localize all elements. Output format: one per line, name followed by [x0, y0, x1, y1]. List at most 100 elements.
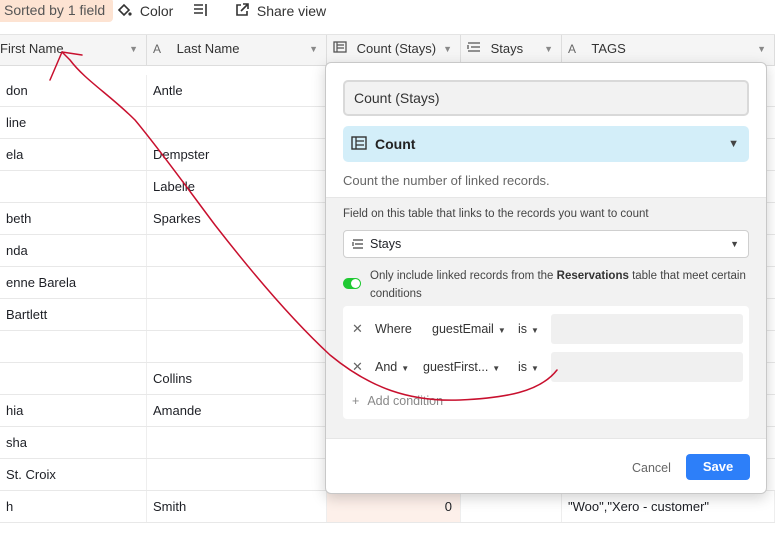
chevron-down-icon: ▼ [401, 364, 410, 373]
color-button[interactable]: Color [117, 0, 173, 24]
chevron-down-icon: ▼ [492, 364, 501, 373]
cell-last-name[interactable] [147, 107, 327, 138]
chevron-down-icon[interactable]: ▼ [544, 35, 553, 63]
cell-last-name[interactable]: Dempster [147, 139, 327, 170]
chevron-down-icon[interactable]: ▼ [757, 35, 766, 63]
condition-row: ✕ Where guestEmail ▼ is ▼ [343, 314, 749, 344]
chevron-down-icon: ▼ [728, 138, 739, 150]
cell-last-name[interactable] [147, 299, 327, 330]
table-row[interactable]: h Smith 0 "Woo","Xero - customer" [0, 491, 775, 523]
cell-last-name[interactable]: Sparkes [147, 203, 327, 234]
sort-button[interactable]: Sorted by 1 field [0, 0, 114, 22]
condition-conjunction: Where [375, 322, 412, 336]
cell-last-name[interactable]: Collins [147, 363, 327, 394]
column-label: First Name [0, 41, 64, 56]
share-view-button[interactable]: Share view [235, 0, 326, 24]
condition-operator-label: is [518, 360, 528, 374]
conditions-box: ✕ Where guestEmail ▼ is ▼ ✕ And ▼ guestFirs… [343, 306, 749, 419]
cell-last-name[interactable] [147, 267, 327, 298]
condition-conjunction-label: And [375, 360, 398, 374]
chevron-down-icon: ▼ [497, 326, 506, 335]
column-header-first-name[interactable]: First Name ▼ [0, 35, 147, 65]
cell-last-name[interactable] [147, 427, 327, 458]
toggle-text-1: Only include linked records from the [370, 270, 557, 282]
link-icon [467, 35, 481, 63]
cell-last-name[interactable]: Smith [147, 491, 327, 522]
cell-first-name[interactable]: don [0, 75, 147, 106]
column-label: TAGS [591, 41, 626, 56]
condition-value-input[interactable] [551, 314, 743, 344]
cell-last-name[interactable]: Amande [147, 395, 327, 426]
link-field-select[interactable]: Stays ▼ [343, 230, 749, 258]
column-header-last-name[interactable]: A Last Name ▼ [147, 35, 327, 65]
chevron-down-icon[interactable]: ▼ [129, 35, 138, 63]
view-toolbar: Sorted by 1 field Color Share view [0, 0, 775, 34]
condition-value-input[interactable] [551, 352, 743, 382]
cell-first-name[interactable] [0, 171, 147, 202]
column-header-count-stays[interactable]: Count (Stays) ▼ [327, 35, 461, 65]
count-icon [333, 35, 347, 63]
cell-first-name[interactable]: hia [0, 395, 147, 426]
cell-first-name[interactable]: h [0, 491, 147, 522]
remove-condition-icon[interactable]: ✕ [352, 314, 363, 344]
condition-operator-select[interactable]: is ▼ [518, 314, 539, 346]
link-field-value: Stays [370, 237, 402, 251]
cell-first-name[interactable]: St. Croix [0, 459, 147, 490]
condition-operator-select[interactable]: is ▼ [518, 352, 539, 384]
cell-stays[interactable] [461, 491, 562, 522]
condition-toggle[interactable] [343, 278, 361, 289]
condition-toggle-label: Only include linked records from the Res… [370, 268, 750, 303]
remove-condition-icon[interactable]: ✕ [352, 352, 363, 382]
cell-count[interactable]: 0 [327, 491, 461, 522]
row-height-button[interactable] [193, 0, 208, 24]
field-config-dialog: Count (Stays) Count ▼ Count the number o… [325, 62, 767, 494]
chevron-down-icon[interactable]: ▼ [443, 35, 452, 63]
cell-first-name[interactable]: enne Barela [0, 267, 147, 298]
cell-last-name[interactable] [147, 331, 327, 362]
count-icon [351, 127, 367, 163]
chevron-down-icon: ▼ [730, 239, 739, 249]
cell-first-name[interactable]: ela [0, 139, 147, 170]
condition-field-select[interactable]: guestFirst... ▼ [423, 352, 500, 384]
count-config-panel: Field on this table that links to the re… [326, 197, 766, 439]
color-label: Color [139, 3, 174, 19]
condition-conjunction-select[interactable]: And ▼ [375, 352, 409, 384]
paint-bucket-icon [117, 1, 132, 23]
cell-first-name[interactable]: nda [0, 235, 147, 266]
cell-last-name[interactable]: Antle [147, 75, 327, 106]
cell-first-name[interactable]: line [0, 107, 147, 138]
cell-first-name[interactable]: beth [0, 203, 147, 234]
cell-first-name[interactable]: sha [0, 427, 147, 458]
condition-field-select[interactable]: guestEmail ▼ [432, 314, 506, 346]
cell-last-name[interactable] [147, 459, 327, 490]
cancel-button[interactable]: Cancel [632, 461, 671, 475]
column-header-tags[interactable]: A TAGS ▼ [562, 35, 775, 65]
cell-first-name[interactable] [0, 331, 147, 362]
condition-field-label: guestEmail [432, 322, 494, 336]
cell-last-name[interactable]: Labelle [147, 171, 327, 202]
link-field-label: Field on this table that links to the re… [343, 208, 649, 220]
plus-icon: + [352, 394, 360, 408]
column-label: Stays [490, 41, 524, 56]
add-condition-button[interactable]: + Add condition [352, 394, 443, 408]
toggle-table-name: Reservations [556, 270, 629, 282]
link-icon [352, 232, 364, 258]
cell-tags[interactable]: "Woo","Xero - customer" [562, 491, 775, 522]
condition-field-label: guestFirst... [423, 360, 489, 374]
cell-first-name[interactable] [0, 363, 147, 394]
chevron-down-icon[interactable]: ▼ [309, 35, 318, 63]
field-name-input[interactable]: Count (Stays) [343, 80, 749, 116]
column-label: Count (Stays) [356, 41, 437, 56]
save-button[interactable]: Save [686, 454, 750, 480]
condition-operator-label: is [518, 322, 528, 336]
chevron-down-icon: ▼ [531, 326, 539, 335]
share-icon [235, 1, 249, 23]
field-type-select[interactable]: Count ▼ [343, 126, 749, 162]
cell-first-name[interactable]: Bartlett [0, 299, 147, 330]
cell-last-name[interactable] [147, 235, 327, 266]
column-header-stays[interactable]: Stays ▼ [461, 35, 562, 65]
field-type-label: Count [375, 136, 416, 152]
text-icon: A [153, 42, 162, 56]
row-height-icon [193, 1, 208, 23]
table-row[interactable] [0, 523, 775, 555]
